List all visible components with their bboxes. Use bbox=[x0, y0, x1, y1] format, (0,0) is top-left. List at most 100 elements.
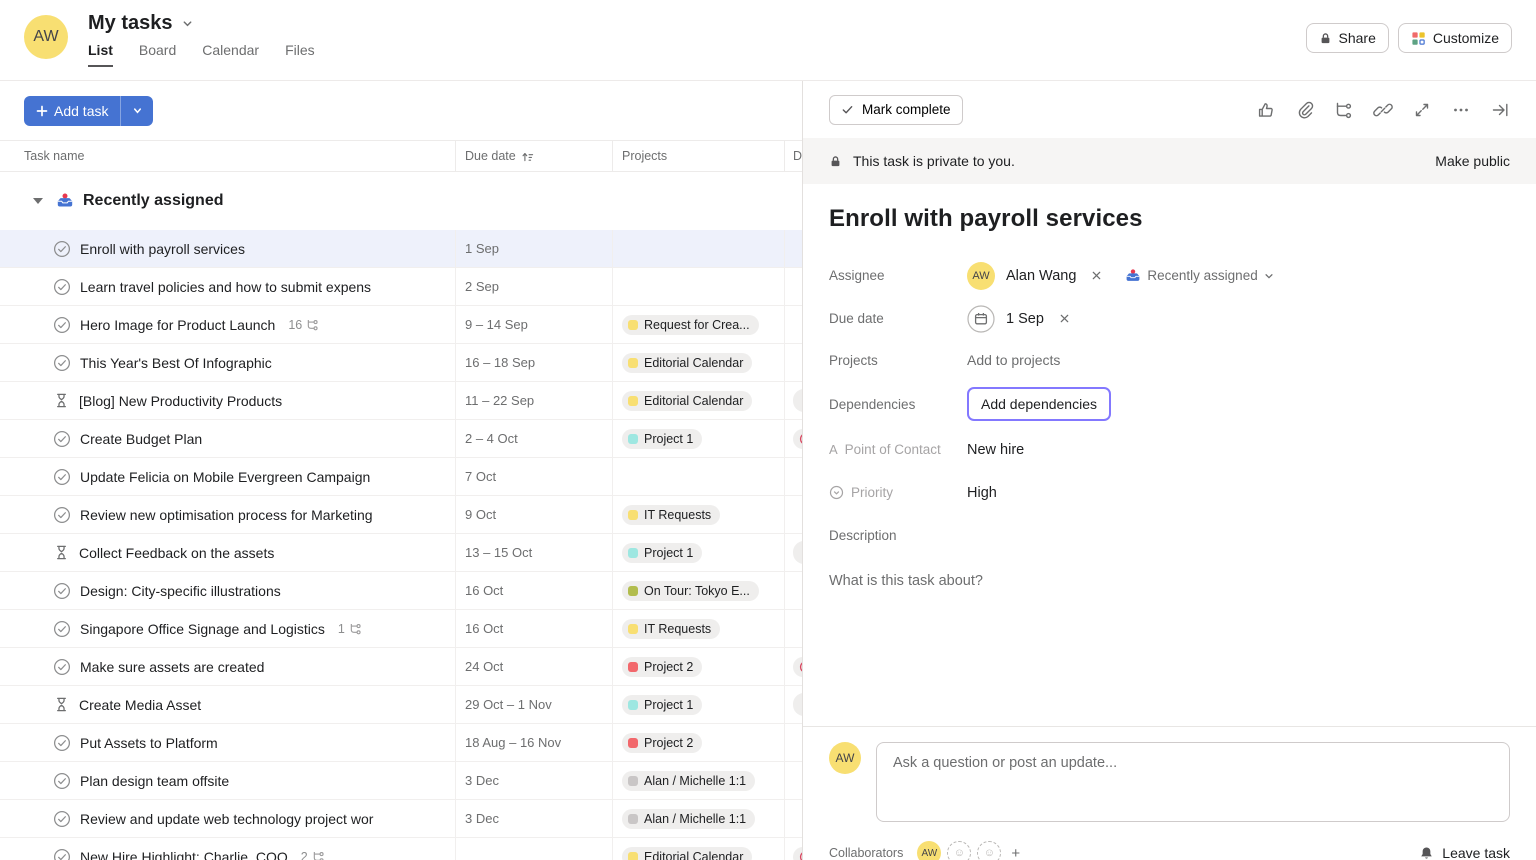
due-date-cell[interactable]: 16 Oct bbox=[455, 572, 612, 609]
check-circle-icon[interactable] bbox=[53, 734, 71, 752]
add-collaborator-button[interactable]: + bbox=[1011, 845, 1020, 860]
expand-icon[interactable] bbox=[1412, 100, 1432, 120]
task-row[interactable]: Update Felicia on Mobile Evergreen Campa… bbox=[0, 458, 802, 496]
dependencies-cell[interactable] bbox=[784, 230, 802, 267]
task-row[interactable]: [Blog] New Productivity Products11 – 22 … bbox=[0, 382, 802, 420]
due-date-cell[interactable]: 2 – 4 Oct bbox=[455, 420, 612, 457]
projects-cell[interactable] bbox=[612, 458, 784, 495]
dependencies-cell[interactable] bbox=[784, 458, 802, 495]
check-circle-icon[interactable] bbox=[53, 316, 71, 334]
task-row[interactable]: Hero Image for Product Launch16 9 – 14 S… bbox=[0, 306, 802, 344]
dependencies-cell[interactable] bbox=[784, 420, 802, 457]
due-date-cell[interactable]: 9 Oct bbox=[455, 496, 612, 533]
task-row[interactable]: Create Budget Plan2 – 4 OctProject 1 bbox=[0, 420, 802, 458]
dependencies-cell[interactable] bbox=[784, 800, 802, 837]
mark-complete-button[interactable]: Mark complete bbox=[829, 95, 963, 125]
leave-task-button[interactable]: Leave task bbox=[1419, 845, 1510, 860]
dependencies-cell[interactable] bbox=[784, 610, 802, 647]
project-pill[interactable]: Request for Crea... bbox=[622, 315, 759, 335]
project-pill[interactable]: Project 1 bbox=[622, 429, 702, 449]
projects-cell[interactable]: On Tour: Tokyo E... bbox=[612, 572, 784, 609]
task-row[interactable]: Make sure assets are created24 OctProjec… bbox=[0, 648, 802, 686]
dependencies-cell[interactable] bbox=[784, 382, 802, 419]
projects-cell[interactable]: Project 2 bbox=[612, 648, 784, 685]
project-pill[interactable]: On Tour: Tokyo E... bbox=[622, 581, 759, 601]
dependencies-cell[interactable] bbox=[784, 572, 802, 609]
task-title[interactable]: Enroll with payroll services bbox=[829, 205, 1510, 233]
dependencies-cell[interactable] bbox=[784, 648, 802, 685]
projects-cell[interactable]: Request for Crea... bbox=[612, 306, 784, 343]
project-pill[interactable]: IT Requests bbox=[622, 505, 720, 525]
check-circle-icon[interactable] bbox=[53, 468, 71, 486]
check-circle-icon[interactable] bbox=[53, 354, 71, 372]
due-date-cell[interactable]: 7 Oct bbox=[455, 458, 612, 495]
dependencies-cell[interactable] bbox=[784, 838, 802, 860]
task-row[interactable]: Create Media Asset29 Oct – 1 NovProject … bbox=[0, 686, 802, 724]
due-date-cell[interactable]: 18 Aug – 16 Nov bbox=[455, 724, 612, 761]
projects-cell[interactable]: Editorial Calendar bbox=[612, 838, 784, 860]
dependencies-cell[interactable] bbox=[784, 534, 802, 571]
check-circle-icon[interactable] bbox=[53, 620, 71, 638]
check-circle-icon[interactable] bbox=[53, 506, 71, 524]
subtasks-icon[interactable] bbox=[1334, 100, 1354, 120]
point-of-contact-value[interactable]: New hire bbox=[967, 442, 1024, 458]
projects-cell[interactable]: IT Requests bbox=[612, 496, 784, 533]
dependency-pill[interactable] bbox=[793, 693, 802, 716]
check-circle-icon[interactable] bbox=[53, 278, 71, 296]
dependency-pill[interactable] bbox=[793, 847, 802, 860]
column-due-date[interactable]: Due date bbox=[455, 141, 612, 171]
check-circle-icon[interactable] bbox=[53, 582, 71, 600]
projects-cell[interactable]: Project 2 bbox=[612, 724, 784, 761]
tab-calendar[interactable]: Calendar bbox=[202, 42, 259, 65]
column-projects[interactable]: Projects bbox=[612, 141, 784, 171]
due-date-cell[interactable]: 11 – 22 Sep bbox=[455, 382, 612, 419]
check-circle-icon[interactable] bbox=[53, 772, 71, 790]
dependency-pill[interactable] bbox=[793, 389, 802, 412]
chevron-down-icon[interactable] bbox=[182, 18, 193, 29]
add-collaborator-slot[interactable]: ☺ bbox=[947, 841, 971, 860]
due-date-cell[interactable]: 3 Dec bbox=[455, 800, 612, 837]
check-circle-icon[interactable] bbox=[53, 430, 71, 448]
dependency-pill[interactable] bbox=[793, 429, 802, 449]
remove-due-date-button[interactable] bbox=[1059, 313, 1070, 324]
project-pill[interactable]: Editorial Calendar bbox=[622, 353, 752, 373]
more-options-icon[interactable] bbox=[1451, 100, 1471, 120]
projects-cell[interactable]: IT Requests bbox=[612, 610, 784, 647]
task-row[interactable]: Review new optimisation process for Mark… bbox=[0, 496, 802, 534]
share-button[interactable]: Share bbox=[1306, 23, 1389, 53]
add-task-dropdown[interactable] bbox=[120, 96, 153, 126]
collaborator-avatar[interactable]: AW bbox=[917, 841, 941, 860]
priority-value[interactable]: High bbox=[967, 485, 997, 501]
projects-cell[interactable]: Alan / Michelle 1:1 bbox=[612, 800, 784, 837]
description-input[interactable]: What is this task about? bbox=[829, 573, 1510, 589]
project-pill[interactable]: Alan / Michelle 1:1 bbox=[622, 771, 755, 791]
project-pill[interactable]: Alan / Michelle 1:1 bbox=[622, 809, 755, 829]
dependencies-cell[interactable] bbox=[784, 724, 802, 761]
task-row[interactable]: Plan design team offsite3 DecAlan / Mich… bbox=[0, 762, 802, 800]
column-task-name[interactable]: Task name bbox=[0, 141, 455, 171]
project-pill[interactable]: Project 1 bbox=[622, 543, 702, 563]
task-row[interactable]: Review and update web technology project… bbox=[0, 800, 802, 838]
hourglass-icon[interactable] bbox=[53, 392, 70, 409]
collapse-caret-icon[interactable] bbox=[33, 198, 43, 204]
due-date-value[interactable]: 1 Sep bbox=[1006, 311, 1044, 327]
due-date-cell[interactable]: 9 – 14 Sep bbox=[455, 306, 612, 343]
make-public-button[interactable]: Make public bbox=[1435, 153, 1510, 169]
project-pill[interactable]: Project 2 bbox=[622, 733, 702, 753]
due-date-cell[interactable]: 13 – 15 Oct bbox=[455, 534, 612, 571]
due-date-cell[interactable]: 2 Sep bbox=[455, 268, 612, 305]
dependencies-cell[interactable] bbox=[784, 268, 802, 305]
add-dependencies-input[interactable]: Add dependencies bbox=[967, 387, 1111, 421]
task-row[interactable]: New Hire Highlight: Charlie, COO2 Editor… bbox=[0, 838, 802, 860]
attachment-icon[interactable] bbox=[1295, 100, 1315, 120]
projects-cell[interactable]: Editorial Calendar bbox=[612, 344, 784, 381]
comment-input[interactable]: Ask a question or post an update... bbox=[876, 742, 1510, 822]
customize-button[interactable]: Customize bbox=[1398, 23, 1512, 53]
project-pill[interactable]: Project 2 bbox=[622, 657, 702, 677]
column-dependencies[interactable]: De bbox=[784, 141, 802, 171]
task-row[interactable]: Singapore Office Signage and Logistics1 … bbox=[0, 610, 802, 648]
project-pill[interactable]: Editorial Calendar bbox=[622, 847, 752, 860]
projects-cell[interactable]: Alan / Michelle 1:1 bbox=[612, 762, 784, 799]
check-circle-icon[interactable] bbox=[53, 810, 71, 828]
dependencies-cell[interactable] bbox=[784, 686, 802, 723]
